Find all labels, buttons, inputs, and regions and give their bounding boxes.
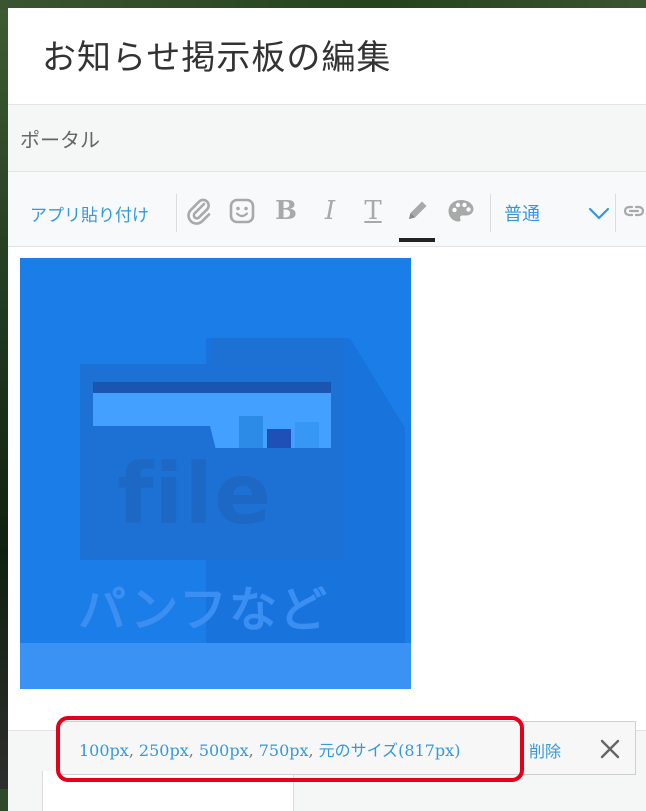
edit-dialog: お知らせ掲示板の編集 ポータル アプリ貼り付け B I T 普通 file パン… xyxy=(8,8,646,811)
resize-options: 100px, 250px, 500px, 750px, 元のサイズ(817px) xyxy=(79,741,461,760)
editor-toolbar: アプリ貼り付け B I T 普通 xyxy=(8,172,646,247)
background-color-button[interactable] xyxy=(444,194,478,228)
palette-icon xyxy=(446,197,476,225)
image-resize-bar: 100px, 250px, 500px, 750px, 元のサイズ(817px) 削除 xyxy=(58,721,636,775)
italic-icon: I xyxy=(324,196,336,226)
delete-image-button[interactable]: 削除 xyxy=(529,738,561,762)
resize-option-750[interactable]: 750px xyxy=(259,741,309,760)
attachment-button[interactable] xyxy=(182,194,216,228)
toolbar-separator xyxy=(490,194,491,232)
footer-cell xyxy=(42,771,294,811)
font-size-select[interactable]: 普通 xyxy=(504,198,610,228)
inserted-image[interactable]: file パンフなど xyxy=(20,258,411,689)
dialog-title: お知らせ掲示板の編集 xyxy=(42,38,392,78)
resize-option-100[interactable]: 100px xyxy=(79,741,129,760)
image-word: file xyxy=(117,445,273,543)
bold-button[interactable]: B xyxy=(269,194,303,228)
text-format-button[interactable]: T xyxy=(356,194,390,228)
text-color-indicator xyxy=(399,238,435,242)
toolbar-separator xyxy=(615,194,616,232)
app-paste-button[interactable]: アプリ貼り付け xyxy=(30,201,149,226)
link-icon[interactable] xyxy=(623,203,645,223)
toolbar-separator xyxy=(176,194,177,232)
image-caption: パンフなど xyxy=(78,582,329,638)
pencil-icon xyxy=(403,197,431,225)
resize-option-250[interactable]: 250px xyxy=(139,741,189,760)
breadcrumb-bar: ポータル xyxy=(8,105,646,172)
emoji-button[interactable] xyxy=(225,194,259,228)
resize-option-original[interactable]: 元のサイズ(817px) xyxy=(319,741,461,760)
resize-option-500[interactable]: 500px xyxy=(199,741,249,760)
italic-button[interactable]: I xyxy=(313,194,347,228)
chevron-down-icon xyxy=(588,206,610,225)
font-size-value: 普通 xyxy=(504,204,540,225)
text-color-button[interactable] xyxy=(400,194,434,228)
dialog-header: お知らせ掲示板の編集 xyxy=(8,8,646,105)
smiley-icon xyxy=(228,197,256,225)
editor-body[interactable]: file パンフなど xyxy=(8,247,646,727)
breadcrumb-portal: ポータル xyxy=(20,128,100,152)
bold-icon: B xyxy=(275,196,297,226)
close-icon[interactable] xyxy=(598,737,622,761)
paperclip-icon xyxy=(185,196,213,226)
text-format-icon: T xyxy=(364,196,382,226)
